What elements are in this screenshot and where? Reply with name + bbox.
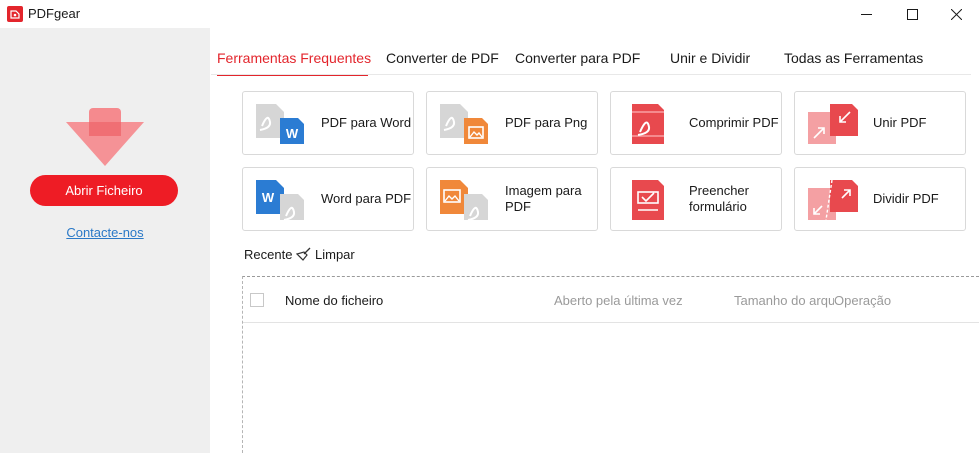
app-title: PDFgear bbox=[28, 6, 81, 21]
tab-convert-to-pdf[interactable]: Converter para PDF bbox=[515, 50, 640, 66]
tool-label: Word para PDF bbox=[321, 191, 412, 206]
tab-all-tools[interactable]: Todas as Ferramentas bbox=[784, 50, 923, 66]
tool-card-merge-pdf[interactable]: Unir PDF bbox=[794, 91, 966, 155]
word-to-pdf-icon: W bbox=[256, 180, 304, 221]
minimize-button[interactable] bbox=[843, 0, 889, 28]
column-file-size[interactable]: Tamanho do arquivo bbox=[734, 293, 834, 308]
maximize-icon bbox=[906, 8, 918, 20]
svg-text:W: W bbox=[262, 190, 275, 205]
close-button[interactable] bbox=[933, 0, 979, 28]
tool-card-compress-pdf[interactable]: Comprimir PDF bbox=[610, 91, 782, 155]
recent-label: Recente bbox=[244, 247, 293, 262]
tool-label: Preencher formulário bbox=[689, 183, 749, 214]
tabs-divider bbox=[211, 74, 971, 75]
svg-text:W: W bbox=[286, 126, 299, 141]
tab-convert-from-pdf[interactable]: Converter de PDF bbox=[386, 50, 499, 66]
image-to-pdf-icon bbox=[440, 180, 488, 221]
table-header: Nome do ficheiro Aberto pela última vez … bbox=[243, 277, 979, 323]
minimize-icon bbox=[860, 13, 872, 15]
tool-label: PDF para Png bbox=[505, 115, 588, 130]
close-icon bbox=[950, 8, 962, 20]
recent-files-table: Nome do ficheiro Aberto pela última vez … bbox=[242, 276, 979, 453]
split-pdf-icon bbox=[808, 179, 858, 221]
clear-recent-button[interactable]: Limpar bbox=[315, 247, 355, 262]
column-file-name[interactable]: Nome do ficheiro bbox=[285, 293, 383, 308]
tool-label: Unir PDF bbox=[873, 115, 927, 130]
tool-card-pdf-to-png[interactable]: PDF para Png bbox=[426, 91, 598, 155]
tab-frequent-tools[interactable]: Ferramentas Frequentes bbox=[217, 50, 371, 66]
fill-form-icon bbox=[632, 180, 664, 220]
tool-label: Imagem para PDF bbox=[505, 183, 582, 214]
sidebar: Abrir Ficheiro Contacte-nos bbox=[0, 28, 210, 453]
maximize-button[interactable] bbox=[889, 0, 935, 28]
tool-card-fill-form[interactable]: Preencher formulário bbox=[610, 167, 782, 231]
tool-card-word-to-pdf[interactable]: W Word para PDF bbox=[242, 167, 414, 231]
tool-card-image-to-pdf[interactable]: Imagem para PDF bbox=[426, 167, 598, 231]
select-all-checkbox[interactable] bbox=[250, 293, 264, 307]
tool-card-pdf-to-word[interactable]: W PDF para Word bbox=[242, 91, 414, 155]
tab-merge-split[interactable]: Unir e Dividir bbox=[670, 50, 750, 66]
download-arrow-icon bbox=[66, 108, 144, 166]
column-last-opened[interactable]: Aberto pela última vez bbox=[554, 293, 683, 308]
broom-icon[interactable] bbox=[296, 246, 312, 262]
contact-link[interactable]: Contacte-nos bbox=[0, 225, 210, 240]
pdfgear-logo-icon bbox=[7, 6, 23, 22]
tool-label: PDF para Word bbox=[321, 115, 412, 130]
tool-card-split-pdf[interactable]: Dividir PDF bbox=[794, 167, 966, 231]
title-bar: PDFgear bbox=[0, 0, 979, 28]
tool-label: Dividir PDF bbox=[873, 191, 939, 206]
tool-label: Comprimir PDF bbox=[689, 115, 779, 130]
column-operation: Operação bbox=[834, 293, 892, 308]
compress-pdf-icon bbox=[632, 104, 664, 144]
open-file-button[interactable]: Abrir Ficheiro bbox=[30, 175, 178, 206]
pdf-to-word-icon: W bbox=[256, 104, 304, 144]
merge-pdf-icon bbox=[808, 104, 858, 144]
pdf-to-png-icon bbox=[440, 104, 488, 144]
